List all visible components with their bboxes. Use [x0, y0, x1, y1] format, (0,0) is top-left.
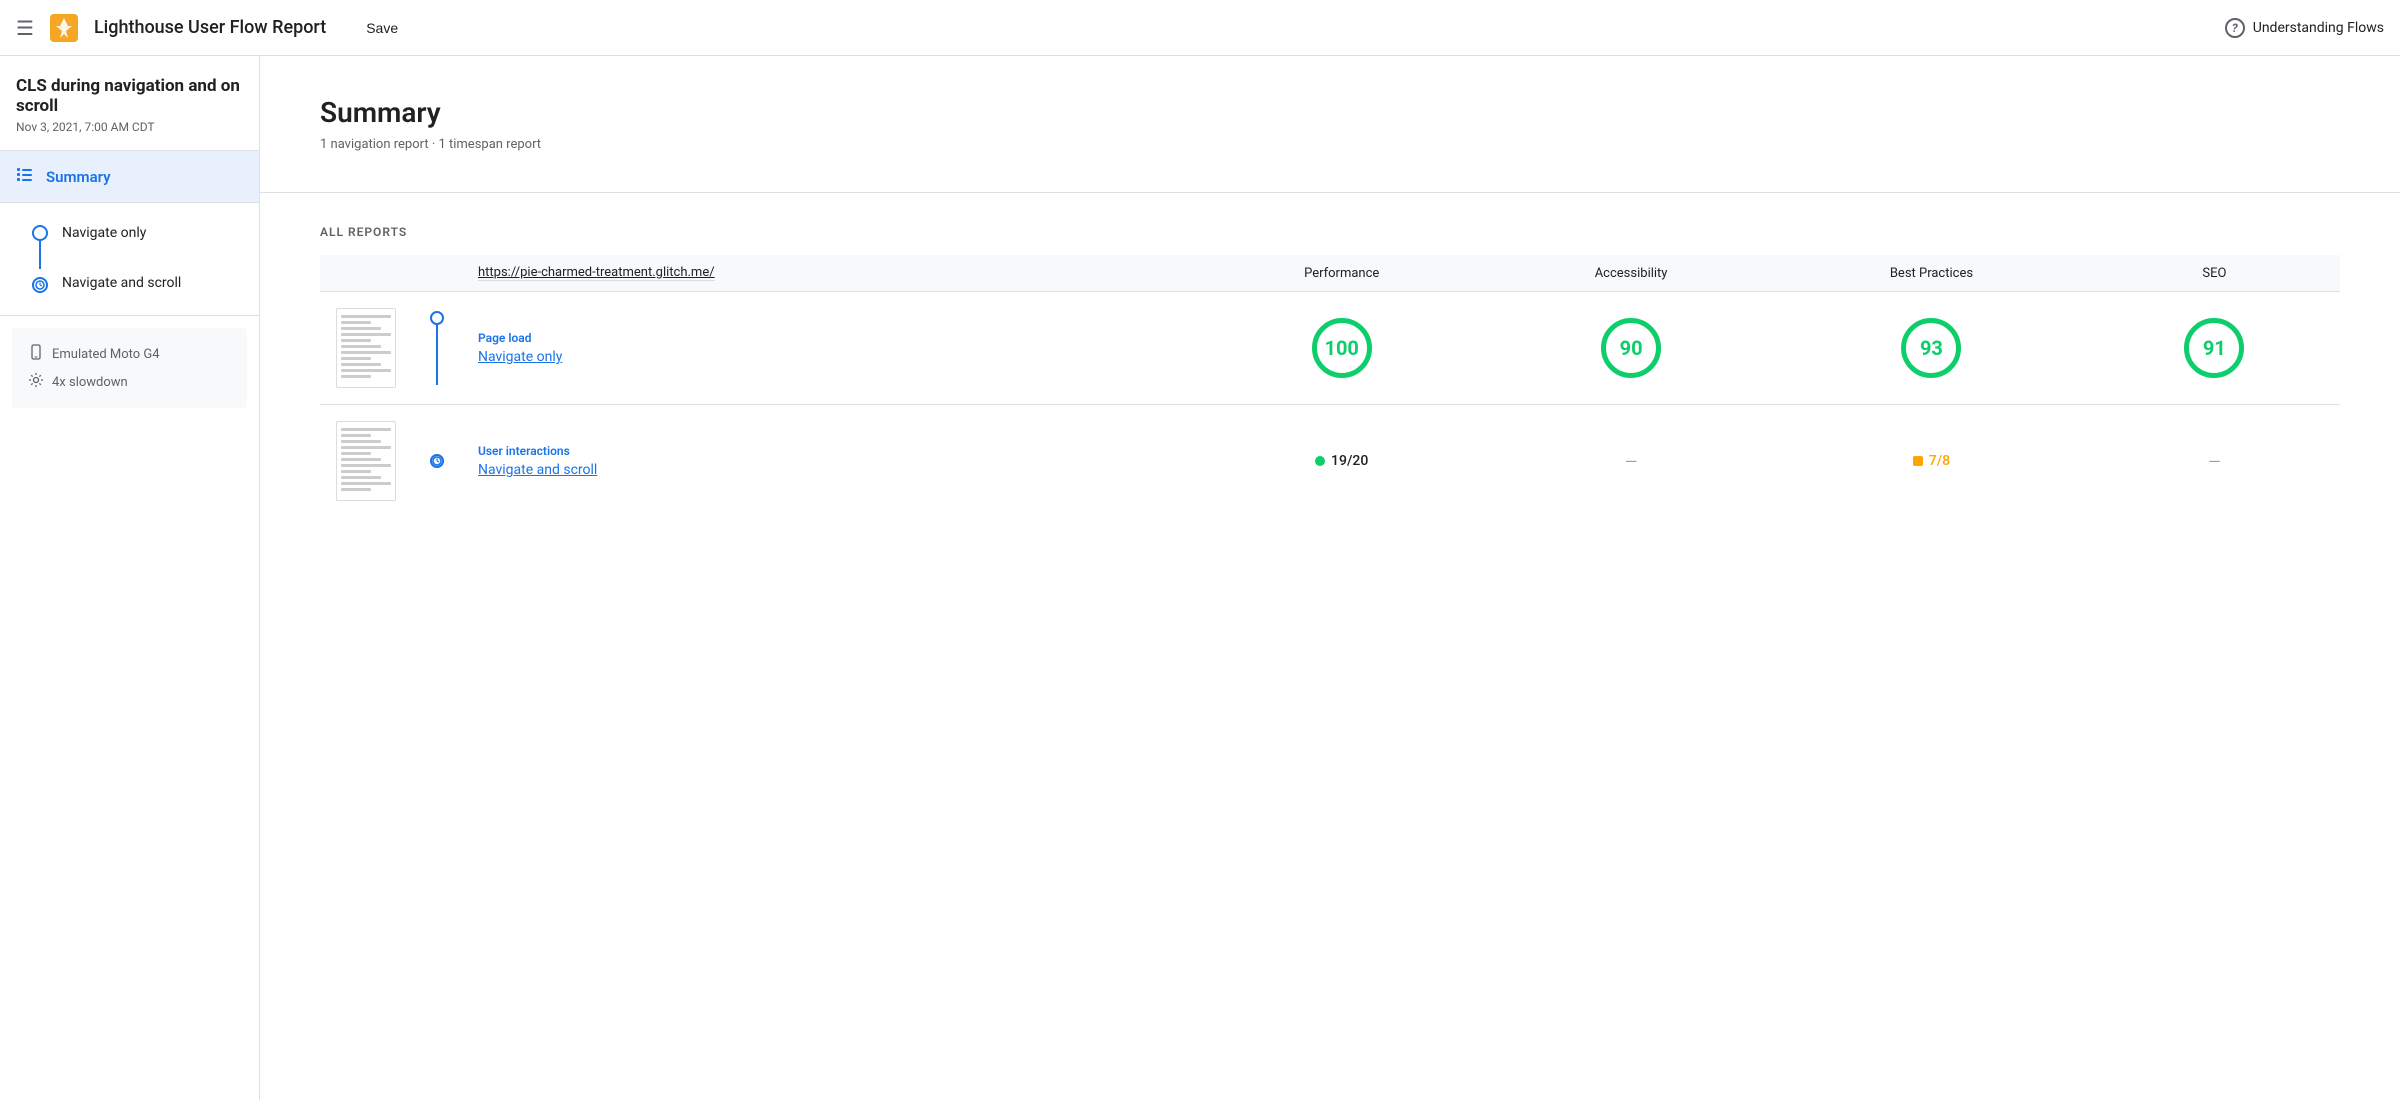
table-line-1 — [436, 325, 438, 385]
green-dot-icon — [1315, 456, 1325, 466]
understanding-flows-link[interactable]: ? Understanding Flows — [2225, 18, 2384, 38]
thumb-header-cell — [320, 255, 412, 292]
thumbnail-2 — [336, 421, 396, 501]
report-name-1[interactable]: Navigate only — [478, 349, 1179, 365]
device-slowdown-icon — [28, 372, 44, 392]
thumb-lines-2 — [337, 422, 395, 500]
col-seo: SEO — [2089, 255, 2340, 292]
score-cell-2-performance: 19/20 — [1195, 405, 1488, 518]
report-date: Nov 3, 2021, 7:00 AM CDT — [0, 120, 259, 150]
partial-text-1920: 19/20 — [1331, 453, 1368, 469]
report-type-2: User interactions — [478, 444, 1179, 458]
thumbnail-1 — [336, 308, 396, 388]
report-info-cell-1: Page load Navigate only — [462, 292, 1195, 405]
summary-title: Summary — [320, 96, 2340, 129]
nav-dot-icon — [32, 225, 48, 241]
list-icon — [16, 165, 34, 188]
report-row-2: User interactions Navigate and scroll 19… — [320, 405, 2340, 518]
score-circle-93: 93 — [1901, 318, 1961, 378]
report-name-2[interactable]: Navigate and scroll — [478, 462, 1179, 478]
sidebar-divider-3 — [0, 315, 259, 316]
score-circle-100: 100 — [1312, 318, 1372, 378]
lighthouse-logo-icon — [50, 14, 78, 42]
partial-score-1920: 19/20 — [1211, 453, 1472, 469]
header-left: ☰ Lighthouse User Flow Report Save — [16, 14, 398, 42]
sidebar-navigate-only-label: Navigate only — [62, 225, 146, 241]
sidebar-navigate-scroll-label: Navigate and scroll — [62, 275, 181, 291]
table-nav-dot-icon — [430, 311, 444, 325]
summary-subtitle: 1 navigation report · 1 timespan report — [320, 137, 2340, 152]
partial-score-78: 7/8 — [1790, 453, 2073, 469]
all-reports-label: ALL REPORTS — [320, 225, 2340, 239]
understanding-flows-label: Understanding Flows — [2253, 20, 2384, 36]
device-slowdown-label: 4x slowdown — [52, 375, 128, 390]
report-row-1: Page load Navigate only 100 90 93 — [320, 292, 2340, 405]
main-layout: CLS during navigation and on scroll Nov … — [0, 56, 2400, 1100]
dash-1: — — [1625, 452, 1638, 471]
partial-text-78: 7/8 — [1929, 453, 1950, 469]
thumb-cell-2 — [320, 405, 412, 518]
col-best-practices: Best Practices — [1774, 255, 2089, 292]
dash-2: — — [2208, 452, 2221, 471]
question-icon: ? — [2225, 18, 2245, 38]
score-circle-91: 91 — [2184, 318, 2244, 378]
report-title: CLS during navigation and on scroll — [0, 56, 259, 120]
app-header: ☰ Lighthouse User Flow Report Save ? Und… — [0, 0, 2400, 56]
score-cell-1-accessibility: 90 — [1488, 292, 1774, 405]
menu-icon[interactable]: ☰ — [16, 16, 34, 40]
score-cell-1-seo: 91 — [2089, 292, 2340, 405]
device-section: Emulated Moto G4 4x slowdown — [12, 328, 247, 408]
gear-icon — [28, 372, 44, 388]
score-cell-1-best-practices: 93 — [1774, 292, 2089, 405]
score-cell-2-seo: — — [2089, 405, 2340, 518]
reports-table: https://pie-charmed-treatment.glitch.me/… — [320, 255, 2340, 517]
thumb-cell-1 — [320, 292, 412, 405]
col-accessibility: Accessibility — [1488, 255, 1774, 292]
table-header-row: https://pie-charmed-treatment.glitch.me/… — [320, 255, 2340, 292]
orange-square-icon — [1913, 456, 1923, 466]
connector-cell-2 — [412, 405, 462, 518]
score-cell-1-performance: 100 — [1195, 292, 1488, 405]
clock-icon — [35, 280, 45, 290]
url-header-cell: https://pie-charmed-treatment.glitch.me/ — [462, 255, 1195, 292]
score-cell-2-best-practices: 7/8 — [1774, 405, 2089, 518]
sidebar-flow-item-2[interactable]: Navigate and scroll — [0, 269, 259, 303]
summary-list-icon — [16, 165, 34, 183]
clock-dot-icon — [32, 277, 48, 293]
url-link[interactable]: https://pie-charmed-treatment.glitch.me/ — [478, 265, 715, 281]
summary-label: Summary — [46, 168, 111, 186]
app-title: Lighthouse User Flow Report — [94, 17, 326, 38]
main-content: Summary 1 navigation report · 1 timespan… — [260, 56, 2400, 1100]
connector-cell-1 — [412, 292, 462, 405]
sidebar-flow-items: Navigate only Navigate and scroll — [0, 203, 259, 315]
summary-section: Summary 1 navigation report · 1 timespan… — [260, 56, 2400, 193]
sidebar-item-summary[interactable]: Summary — [0, 151, 259, 202]
col-performance: Performance — [1195, 255, 1488, 292]
sidebar: CLS during navigation and on scroll Nov … — [0, 56, 260, 1100]
score-circle-90: 90 — [1601, 318, 1661, 378]
report-type-1: Page load — [478, 331, 1179, 345]
connector-header-cell — [412, 255, 462, 292]
save-button[interactable]: Save — [366, 20, 398, 36]
all-reports-section: ALL REPORTS https://pie-charmed-treatmen… — [260, 193, 2400, 549]
thumb-lines-1 — [337, 309, 395, 387]
timeline-line — [39, 241, 41, 269]
device-item-moto: Emulated Moto G4 — [28, 340, 231, 368]
table-clock-dot-icon — [430, 454, 444, 468]
table-clock-icon — [432, 456, 442, 466]
device-phone-icon — [28, 344, 44, 364]
score-cell-2-accessibility: — — [1488, 405, 1774, 518]
phone-icon — [28, 344, 44, 360]
sidebar-flow-item-1[interactable]: Navigate only — [0, 215, 259, 269]
device-moto-label: Emulated Moto G4 — [52, 347, 160, 362]
device-item-slowdown: 4x slowdown — [28, 368, 231, 396]
report-info-cell-2: User interactions Navigate and scroll — [462, 405, 1195, 518]
